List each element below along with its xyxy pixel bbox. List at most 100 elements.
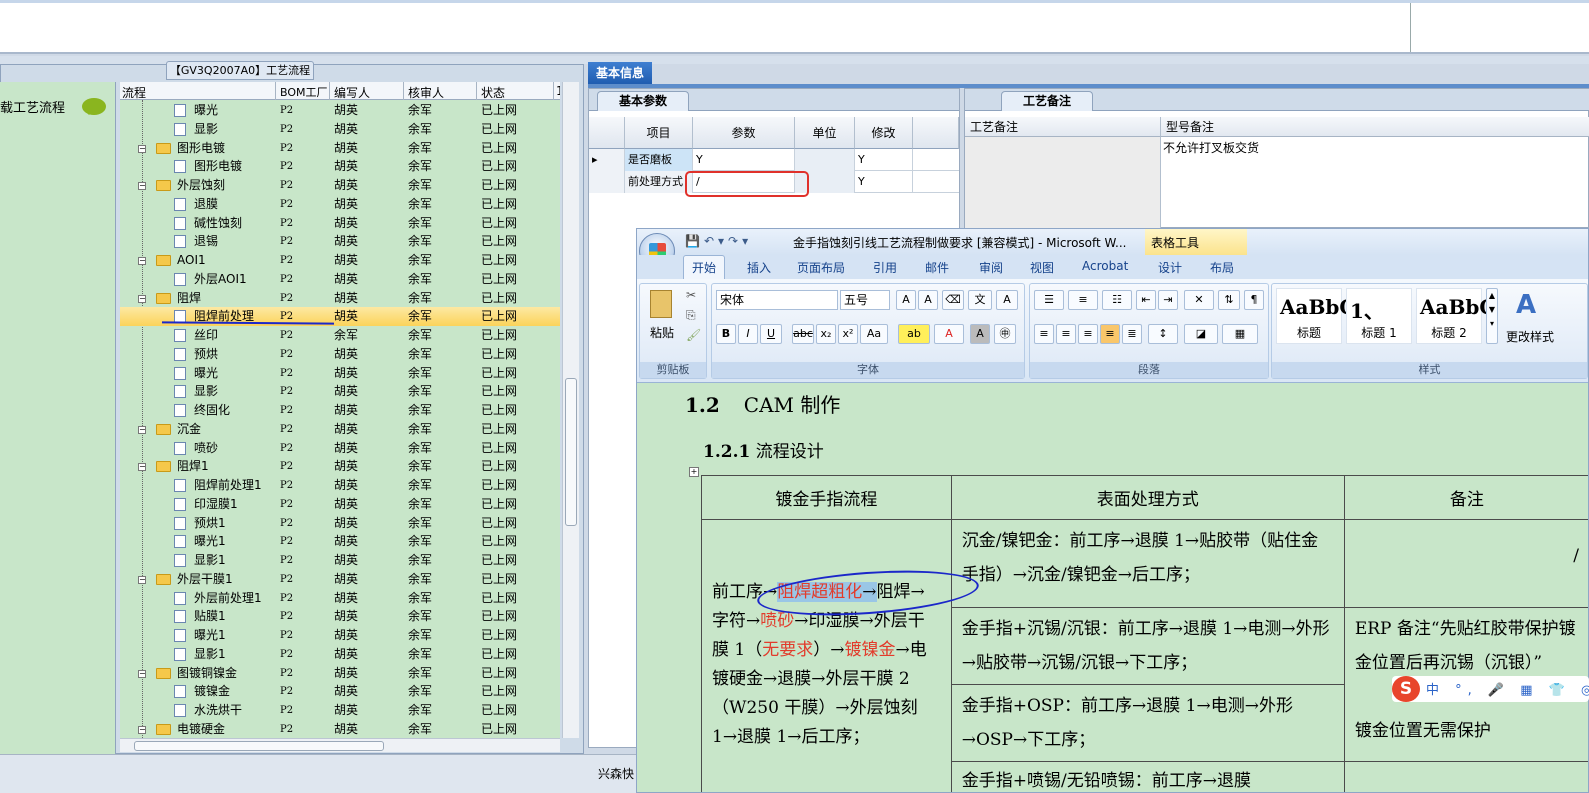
paste-icon[interactable] [650,290,672,318]
collapse-icon[interactable]: − [138,425,146,434]
chinese-layout-icon[interactable]: ✕ [1184,290,1214,310]
tree-row[interactable]: − 图形电镀 P2 胡英 余军 已上网 [120,139,560,158]
col-header-flow[interactable]: 流程 [122,84,146,101]
collapse-icon[interactable]: − [138,463,146,472]
align-left-icon[interactable]: ≡ [1034,324,1054,344]
format-painter-icon[interactable]: 🖌 [686,328,701,342]
tree-row[interactable]: 贴膜1 P2 胡英 余军 已上网 [120,607,560,626]
tree-row[interactable]: 外层AOI1 P2 胡英 余军 已上网 [120,270,560,289]
surface-cell[interactable]: 金手指+沉锡/沉银：前工序→退膜 1→电测→外形→贴胶带→沉锡/沉银→下工序； [950,607,1345,685]
collapse-icon[interactable]: − [138,294,146,303]
tree-row[interactable]: 外层前处理1 P2 胡英 余军 已上网 [120,589,560,608]
surface-cell[interactable]: 金手指+喷锡/无铅喷锡：前工序→退膜 [950,761,1345,792]
change-case-icon[interactable]: Aa [860,324,888,344]
tab-acrobat[interactable]: Acrobat [1082,259,1128,273]
tree-vertical-scrollbar[interactable] [562,82,579,738]
distribute-icon[interactable]: ≣ [1122,324,1142,344]
tree-row[interactable]: − 阻焊1 P2 胡英 余军 已上网 [120,457,560,476]
style-heading-1[interactable]: 1、 标题 1 [1346,288,1412,344]
tree-row[interactable]: − 电镀硬金 P2 胡英 余军 已上网 [120,720,560,738]
tree-row[interactable]: 显影1 P2 胡英 余军 已上网 [120,551,560,570]
tree-row[interactable]: − 阻焊 P2 胡英 余军 已上网 [120,289,560,308]
tree-row[interactable]: 曝光 P2 胡英 余军 已上网 [120,364,560,383]
justify-icon[interactable]: ≡ [1100,324,1120,344]
char-border-icon[interactable]: A [996,290,1018,310]
note-cell[interactable]: / [1343,519,1588,608]
sogou-logo[interactable]: S [1392,676,1420,702]
tab-mailings[interactable]: 邮件 [925,259,949,276]
col-header-extra[interactable]: 1 [556,84,560,98]
tree-row[interactable]: 图形电镀 P2 胡英 余军 已上网 [120,157,560,176]
style-title[interactable]: AaBbC 标题 [1276,288,1355,344]
bullets-icon[interactable]: ☰ [1034,290,1064,310]
tree-row[interactable]: 曝光1 P2 胡英 余军 已上网 [120,626,560,645]
tree-row[interactable]: 显影 P2 胡英 余军 已上网 [120,120,560,139]
grid-row[interactable]: ▸ 是否磨板 Y Y [589,149,959,171]
superscript-icon[interactable]: x² [838,324,858,344]
tree-row[interactable]: − AOI1 P2 胡英 余军 已上网 [120,251,560,270]
clear-format-icon[interactable]: ⌫ [942,290,964,310]
increase-indent-icon[interactable]: ⇥ [1158,290,1178,310]
sort-icon[interactable]: ⇅ [1218,290,1240,310]
font-color-icon[interactable]: A [934,324,964,344]
tab-references[interactable]: 引用 [873,259,897,276]
tree-row[interactable]: − 图镀铜镍金 P2 胡英 余军 已上网 [120,664,560,683]
tree-row[interactable]: 显影1 P2 胡英 余军 已上网 [120,645,560,664]
subscript-icon[interactable]: x₂ [816,324,836,344]
numbering-icon[interactable]: ≡ [1068,290,1098,310]
collapse-icon[interactable]: − [138,575,146,584]
tab-design[interactable]: 设计 [1158,259,1182,276]
highlight-icon[interactable]: ab [898,324,930,344]
tree-row[interactable]: 水洗烘干 P2 胡英 余军 已上网 [120,701,560,720]
grid-header-mod[interactable]: 修改 [855,117,913,149]
underline-icon[interactable]: U [760,324,782,344]
shrink-font-icon[interactable]: A [918,290,938,310]
flow-cell[interactable]: 前工序→阻焊超粗化→阻焊→字符→喷砂→印湿膜→外层干膜 1（无要求）→镀镍金→电… [701,519,952,792]
paste-button[interactable]: 粘贴 [650,324,674,341]
tab-basic-info[interactable]: 基本信息 [588,62,652,84]
align-right-icon[interactable]: ≡ [1078,324,1098,344]
tree-row[interactable]: − 外层蚀刻 P2 胡英 余军 已上网 [120,176,560,195]
tree-row[interactable]: 镀镍金 P2 胡英 余军 已上网 [120,682,560,701]
change-styles-button[interactable]: 更改样式 [1506,328,1554,345]
tree-row[interactable]: 终固化 P2 胡英 余军 已上网 [120,401,560,420]
tree-row[interactable]: 碱性蚀刻 P2 胡英 余军 已上网 [120,214,560,233]
grow-font-icon[interactable]: A [896,290,916,310]
change-styles-icon[interactable]: A [1516,290,1536,320]
col-header-reviewer[interactable]: 核审人 [408,84,444,101]
tree-horizontal-scrollbar[interactable] [120,738,560,752]
tab-insert[interactable]: 插入 [747,259,771,276]
process-title-tab[interactable]: 【GV3Q2007A0】工艺流程 [166,61,314,80]
tree-row[interactable]: − 外层干膜1 P2 胡英 余军 已上网 [120,570,560,589]
scroll-thumb[interactable] [565,378,577,526]
tree-row[interactable]: 曝光 P2 胡英 余军 已上网 [120,101,560,120]
copy-icon[interactable]: ⎘ [686,308,696,323]
tree-row[interactable]: − 沉金 P2 胡英 余军 已上网 [120,420,560,439]
cut-icon[interactable]: ✂ [686,288,696,302]
table-move-handle-icon[interactable]: + [689,467,699,477]
tree-row[interactable]: 退锡 P2 胡英 余军 已上网 [120,232,560,251]
model-memo-text[interactable]: 不允许打叉板交货 [1163,139,1259,156]
col-header-bom[interactable]: BOM工厂 [280,84,328,100]
styles-scroll[interactable]: ▲ ▼ ▾ [1486,288,1498,344]
tree-row[interactable]: 曝光1 P2 胡英 余军 已上网 [120,532,560,551]
show-marks-icon[interactable]: ¶ [1244,290,1264,310]
strike-icon[interactable]: abc [792,324,814,344]
tree-row[interactable]: 显影 P2 胡英 余军 已上网 [120,382,560,401]
collapse-icon[interactable]: − [138,257,146,265]
scroll-thumb[interactable] [134,741,384,751]
comment-bubble-icon[interactable] [82,98,106,115]
col-header-writer[interactable]: 编写人 [334,84,370,101]
decrease-indent-icon[interactable]: ⇤ [1136,290,1156,310]
collapse-icon[interactable]: − [138,669,146,678]
surface-cell[interactable]: 金手指+OSP：前工序→退膜 1→电测→外形→OSP→下工序； [950,684,1345,762]
borders-icon[interactable]: ▦ [1222,324,1258,344]
quick-access-toolbar[interactable]: 💾↶▾↷▾ [685,234,752,248]
phonetic-icon[interactable]: 文 [968,290,992,310]
tab-process-memo[interactable]: 工艺备注 [1001,91,1093,111]
bold-icon[interactable]: B [716,324,736,344]
tab-view[interactable]: 视图 [1030,259,1054,276]
grid-header-param[interactable]: 参数 [693,117,795,149]
surface-cell[interactable]: 沉金/镍钯金：前工序→退膜 1→贴胶带（贴住金手指）→沉金/镍钯金→后工序； [950,519,1345,608]
multilevel-icon[interactable]: ☷ [1102,290,1132,310]
